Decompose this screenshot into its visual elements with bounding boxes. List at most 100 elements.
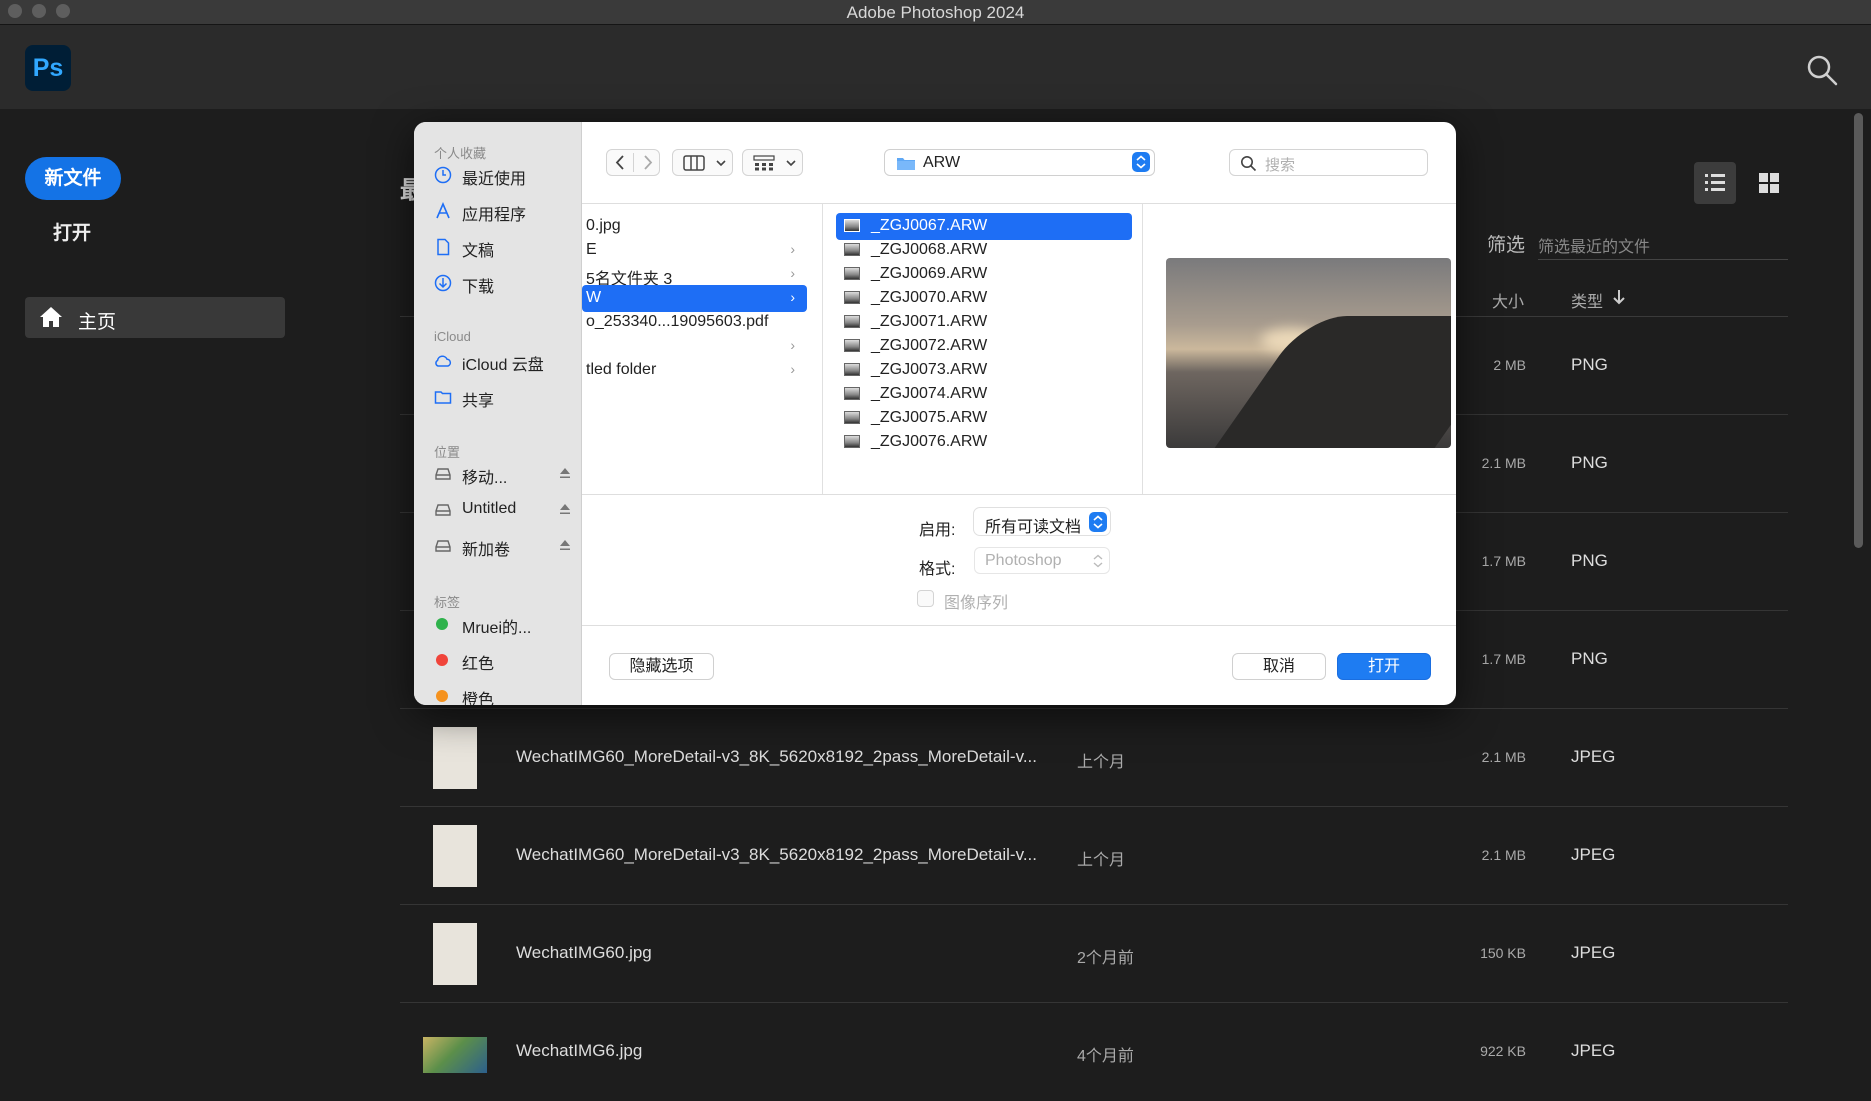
updown-chevron-icon: [1132, 152, 1150, 172]
file-name: WechatIMG60_MoreDetail-v3_8K_5620x8192_2…: [516, 747, 1037, 766]
grid-group-icon: [753, 155, 775, 171]
sidebar-item-shared[interactable]: 共享: [434, 384, 579, 410]
column-header-type[interactable]: 类型: [1571, 288, 1603, 312]
updown-chevron-icon: [1093, 554, 1103, 568]
table-row[interactable]: WechatIMG60.jpg 2个月前 150 KB JPEG: [400, 905, 1788, 1003]
file-item[interactable]: _ZGJ0073.ARW: [836, 357, 1132, 384]
raw-image-icon: [844, 219, 860, 232]
group-by-button[interactable]: [742, 149, 803, 176]
file-item[interactable]: _ZGJ0075.ARW: [836, 405, 1132, 432]
sidebar-item-recents[interactable]: 最近使用: [434, 162, 579, 188]
back-icon[interactable]: [607, 150, 634, 175]
file-item[interactable]: _ZGJ0070.ARW: [836, 285, 1132, 312]
dialog-search-input[interactable]: 搜索: [1229, 149, 1428, 176]
raw-image-icon: [844, 315, 860, 328]
sidebar-item-drive-untitled[interactable]: Untitled: [434, 497, 579, 523]
cancel-button[interactable]: 取消: [1232, 653, 1326, 680]
sidebar-item-label: 文稿: [462, 243, 495, 260]
column-view-icon: [683, 155, 705, 171]
sidebar-item-tag-orange[interactable]: 橙色: [434, 683, 579, 705]
file-item[interactable]: _ZGJ0069.ARW: [836, 261, 1132, 288]
list-view-icon: [1705, 174, 1725, 191]
search-icon[interactable]: [1805, 53, 1839, 87]
drive-icon: [435, 468, 451, 480]
file-item[interactable]: _ZGJ0072.ARW: [836, 333, 1132, 360]
view-mode-button[interactable]: [672, 149, 733, 176]
sidebar-item-tag-green[interactable]: Mruei的...: [434, 611, 579, 637]
chevron-right-icon: ›: [790, 265, 795, 281]
applications-icon: [436, 202, 450, 219]
sidebar-item-icloud-drive[interactable]: iCloud 云盘: [434, 348, 579, 374]
file-name: WechatIMG60_MoreDetail-v3_8K_5620x8192_2…: [516, 845, 1037, 864]
sidebar-item-drive-mobile[interactable]: 移动...: [434, 461, 579, 487]
chevron-right-icon: ›: [790, 289, 795, 305]
list-item[interactable]: E ›: [582, 237, 807, 264]
sidebar-item-label: 移动...: [462, 470, 508, 487]
file-thumbnail: [433, 923, 477, 985]
eject-icon[interactable]: [558, 538, 572, 552]
list-item-selected[interactable]: W ›: [582, 285, 807, 312]
table-row[interactable]: WechatIMG60_MoreDetail-v3_8K_5620x8192_2…: [400, 807, 1788, 905]
filter-label: 筛选: [1487, 235, 1526, 256]
home-icon: [40, 307, 62, 327]
locations-heading: 位置: [434, 445, 461, 460]
item-label: o_253340...19095603.pdf: [586, 313, 769, 330]
drive-icon: [435, 504, 451, 516]
list-item[interactable]: 5名文件夹 3 ›: [582, 261, 807, 288]
file-thumbnail: [423, 1037, 487, 1073]
divider: [1142, 204, 1143, 494]
grid-view-button[interactable]: [1748, 162, 1790, 204]
divider: [582, 494, 1456, 495]
list-item[interactable]: 0.jpg: [582, 213, 807, 240]
file-item[interactable]: _ZGJ0071.ARW: [836, 309, 1132, 336]
file-item[interactable]: _ZGJ0068.ARW: [836, 237, 1132, 264]
list-view-button[interactable]: [1694, 162, 1736, 204]
app-header: Ps: [0, 25, 1871, 109]
file-item[interactable]: _ZGJ0076.ARW: [836, 429, 1132, 453]
file-date: 2个月前: [1077, 950, 1134, 967]
filter-input[interactable]: 筛选最近的文件: [1538, 226, 1788, 260]
open-file-button[interactable]: 打开: [1337, 653, 1431, 680]
table-row[interactable]: WechatIMG60_MoreDetail-v3_8K_5620x8192_2…: [400, 709, 1788, 807]
sidebar-item-applications[interactable]: 应用程序: [434, 198, 579, 224]
new-file-button[interactable]: 新文件: [25, 157, 121, 200]
file-size: 150 KB: [1480, 945, 1526, 961]
document-icon: [437, 238, 450, 256]
favorites-heading: 个人收藏: [434, 146, 487, 161]
list-item[interactable]: o_253340...19095603.pdf: [582, 309, 807, 336]
sidebar-item-home[interactable]: 主页: [25, 297, 285, 338]
list-item[interactable]: ›: [582, 333, 807, 360]
eject-icon[interactable]: [558, 502, 572, 516]
raw-image-icon: [844, 435, 860, 448]
sidebar-item-documents[interactable]: 文稿: [434, 234, 579, 260]
column-header-size[interactable]: 大小: [1492, 288, 1524, 312]
file-type: PNG: [1571, 355, 1608, 374]
image-sequence-checkbox[interactable]: [917, 590, 934, 607]
file-name: _ZGJ0074.ARW: [871, 385, 988, 402]
list-item[interactable]: tled folder ›: [582, 357, 807, 384]
scrollbar[interactable]: [1854, 113, 1863, 548]
sidebar-item-drive-new-volume[interactable]: 新加卷: [434, 533, 579, 559]
file-size: 2.1 MB: [1481, 847, 1526, 863]
file-item-selected[interactable]: _ZGJ0067.ARW: [836, 213, 1132, 240]
open-button[interactable]: 打开: [53, 218, 91, 245]
enable-popup[interactable]: 所有可读文档: [974, 508, 1110, 536]
path-popup-button[interactable]: ARW: [884, 149, 1155, 176]
chevron-right-icon: ›: [790, 337, 795, 353]
hide-options-button[interactable]: 隐藏选项: [609, 653, 714, 680]
tag-dot-icon: [436, 654, 448, 666]
file-type: JPEG: [1571, 1041, 1616, 1060]
sidebar-item-tag-red[interactable]: 红色: [434, 647, 579, 673]
open-file-dialog: 个人收藏 最近使用 应用程序 文稿 下载 iCloud iCloud 云盘 共享…: [414, 122, 1456, 705]
updown-chevron-icon: [1089, 512, 1107, 532]
item-label: W: [586, 289, 602, 306]
image-preview: [1166, 258, 1451, 448]
forward-icon[interactable]: [634, 150, 661, 175]
sidebar-item-label: 最近使用: [462, 171, 527, 188]
sidebar-item-label: 下载: [462, 279, 495, 296]
file-item[interactable]: _ZGJ0074.ARW: [836, 381, 1132, 408]
eject-icon[interactable]: [558, 466, 572, 480]
sidebar-item-label: 红色: [462, 656, 495, 673]
table-row[interactable]: WechatIMG6.jpg 4个月前 922 KB JPEG: [400, 1003, 1788, 1101]
sidebar-item-downloads[interactable]: 下载: [434, 270, 579, 296]
